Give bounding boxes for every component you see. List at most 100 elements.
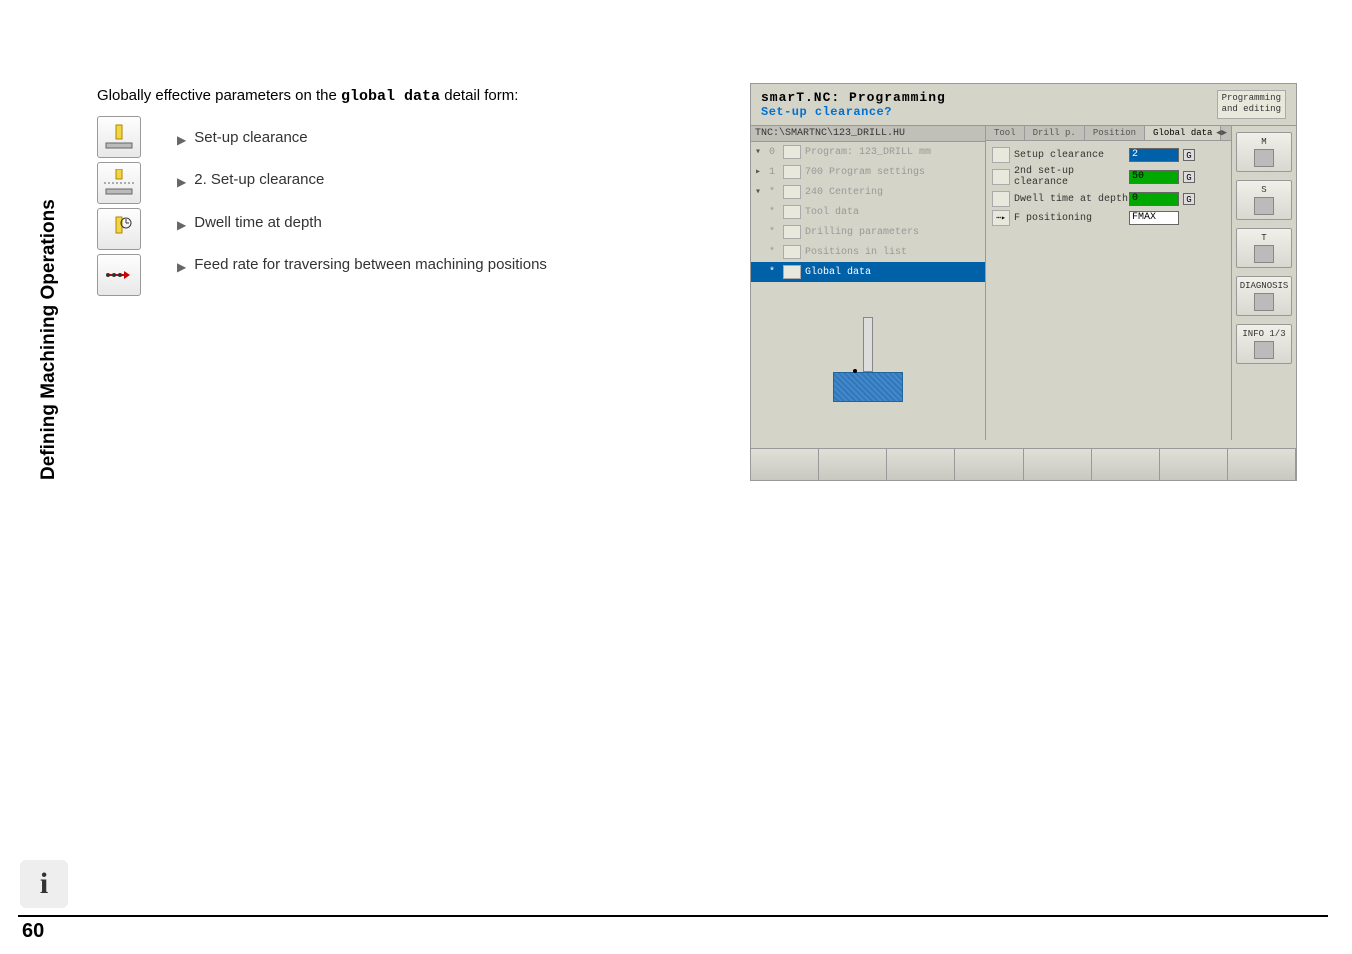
toolbar-label: INFO 1/3 bbox=[1242, 329, 1285, 339]
toolbar-button[interactable]: T bbox=[1236, 228, 1292, 268]
form-row: Dwell time at depth0G bbox=[992, 191, 1225, 207]
section-title-vertical: Defining Machining Operations bbox=[38, 199, 60, 480]
ss-body: TNC:\SMARTNC\123_DRILL.HU ▾ 0 Program: 123… bbox=[751, 126, 1296, 440]
bullet-item: ▶ Set-up clearance bbox=[177, 127, 657, 150]
tree-expand-icon[interactable]: ▾ bbox=[755, 186, 765, 198]
toolbar-button[interactable]: INFO 1/3 bbox=[1236, 324, 1292, 364]
intro-paragraph: Globally effective parameters on the glo… bbox=[97, 85, 657, 109]
form-row-label: Dwell time at depth bbox=[1014, 194, 1129, 205]
tree-index: * bbox=[769, 267, 779, 278]
ss-app-title: smarT.NC: Programming bbox=[761, 90, 946, 105]
tree-row[interactable]: ▸1700 Program settings bbox=[751, 162, 985, 182]
toolbar-button[interactable]: DIAGNOSIS bbox=[1236, 276, 1292, 316]
toolbar-letter: M bbox=[1261, 137, 1266, 147]
drill-graphic-icon bbox=[823, 317, 913, 407]
bullet-text: 2. Set-up clearance bbox=[194, 169, 324, 192]
form-row-input[interactable]: 0 bbox=[1129, 192, 1179, 206]
softkey[interactable] bbox=[887, 449, 955, 480]
tree-row[interactable]: *Global data bbox=[751, 262, 985, 282]
ss-tree-panel: TNC:\SMARTNC\123_DRILL.HU ▾ 0 Program: 123… bbox=[751, 126, 986, 440]
ss-tabs: ToolDrill p.PositionGlobal data◀▶ bbox=[986, 126, 1231, 141]
softkey[interactable] bbox=[1228, 449, 1296, 480]
main-text-block: Globally effective parameters on the glo… bbox=[97, 85, 657, 297]
bullet-item: ▶ Dwell time at depth bbox=[177, 212, 657, 235]
bullet-item: ▶ 2. Set-up clearance bbox=[177, 169, 657, 192]
softkey[interactable] bbox=[955, 449, 1023, 480]
tree-node-icon bbox=[783, 205, 801, 219]
form-row: ⋯▸F positioningFMAX bbox=[992, 210, 1225, 226]
ss-tree-path: TNC:\SMARTNC\123_DRILL.HU bbox=[751, 126, 985, 142]
softkey[interactable] bbox=[819, 449, 887, 480]
ss-softkey-row bbox=[751, 448, 1296, 480]
form-row: Setup clearance2G bbox=[992, 147, 1225, 163]
intro-mono: global data bbox=[341, 88, 440, 105]
setup-clearance-icon bbox=[97, 116, 141, 158]
form-row-label: F positioning bbox=[1014, 213, 1129, 224]
tree-index: * bbox=[769, 247, 779, 258]
info-icon: i bbox=[40, 867, 48, 901]
tree-label: Program: 123_DRILL mm bbox=[805, 147, 931, 158]
dwell-time-icon bbox=[97, 208, 141, 250]
bullet-triangle-icon: ▶ bbox=[177, 216, 186, 234]
bullet-text: Dwell time at depth bbox=[194, 212, 322, 235]
softkey[interactable] bbox=[1092, 449, 1160, 480]
info-callout: i bbox=[20, 860, 68, 908]
ss-right-toolbar: M S T DIAGNOSIS INFO 1/3 bbox=[1231, 126, 1296, 440]
form-tab[interactable]: Position bbox=[1085, 126, 1145, 140]
form-tab[interactable]: Drill p. bbox=[1025, 126, 1085, 140]
page-number: 60 bbox=[22, 920, 44, 943]
toolbar-mini-icon bbox=[1254, 245, 1274, 263]
form-row-icon bbox=[992, 191, 1010, 207]
ss-mode-badge: Programming and editing bbox=[1217, 90, 1286, 119]
tree-node-icon bbox=[783, 245, 801, 259]
ss-form-rows: Setup clearance2G2nd set-up clearance50G… bbox=[986, 141, 1231, 235]
tree-label: Drilling parameters bbox=[805, 227, 919, 238]
tree-row[interactable]: *Tool data bbox=[751, 202, 985, 222]
softkey[interactable] bbox=[751, 449, 819, 480]
tab-nav-arrows-icon[interactable]: ◀▶ bbox=[1216, 128, 1227, 138]
feed-positioning-icon bbox=[97, 254, 141, 296]
left-icon-column bbox=[97, 116, 141, 296]
tree-node-icon bbox=[783, 165, 801, 179]
softkey[interactable] bbox=[1160, 449, 1228, 480]
tree-node-icon bbox=[783, 145, 801, 159]
second-setup-clearance-icon bbox=[97, 162, 141, 204]
tree-expand-icon[interactable]: ▾ bbox=[755, 146, 765, 158]
tree-node-icon bbox=[783, 185, 801, 199]
bullet-text: Set-up clearance bbox=[194, 127, 307, 150]
cnc-screenshot: smarT.NC: Programming Set-up clearance? … bbox=[750, 83, 1297, 481]
tree-row[interactable]: ▾ 0 Program: 123_DRILL mm bbox=[751, 142, 985, 162]
softkey[interactable] bbox=[1024, 449, 1092, 480]
ss-tree-items: ▾ 0 Program: 123_DRILL mm ▸1700 Program set… bbox=[751, 142, 985, 282]
toolbar-button[interactable]: S bbox=[1236, 180, 1292, 220]
toolbar-letter: T bbox=[1261, 233, 1266, 243]
toolbar-button[interactable]: M bbox=[1236, 132, 1292, 172]
tree-index: * bbox=[769, 207, 779, 218]
tree-expand-icon[interactable]: ▸ bbox=[755, 166, 765, 178]
form-row-unit: G bbox=[1183, 171, 1195, 183]
form-row: 2nd set-up clearance50G bbox=[992, 166, 1225, 188]
intro-suffix: detail form: bbox=[440, 87, 518, 104]
bullet-list: ▶ Set-up clearance ▶ 2. Set-up clearance… bbox=[177, 127, 657, 277]
tree-row[interactable]: ▾*240 Centering bbox=[751, 182, 985, 202]
tree-index: 0 bbox=[769, 147, 779, 158]
form-row-input[interactable]: 50 bbox=[1129, 170, 1179, 184]
form-row-input[interactable]: FMAX bbox=[1129, 211, 1179, 225]
bullet-triangle-icon: ▶ bbox=[177, 258, 186, 276]
ss-prompt: Set-up clearance? bbox=[761, 105, 946, 119]
toolbar-mini-icon bbox=[1254, 197, 1274, 215]
toolbar-label: DIAGNOSIS bbox=[1240, 281, 1289, 291]
tree-label: 240 Centering bbox=[805, 187, 883, 198]
form-tab[interactable]: Tool bbox=[986, 126, 1025, 140]
toolbar-letter: S bbox=[1261, 185, 1266, 195]
form-row-icon bbox=[992, 169, 1010, 185]
tree-row[interactable]: *Positions in list bbox=[751, 242, 985, 262]
tree-row[interactable]: *Drilling parameters bbox=[751, 222, 985, 242]
ss-tree-preview bbox=[751, 302, 985, 422]
bullet-triangle-icon: ▶ bbox=[177, 131, 186, 149]
form-row-unit: G bbox=[1183, 193, 1195, 205]
form-tab[interactable]: Global data bbox=[1145, 126, 1221, 140]
form-row-input[interactable]: 2 bbox=[1129, 148, 1179, 162]
bullet-item: ▶ Feed rate for traversing between machi… bbox=[177, 254, 657, 277]
toolbar-mini-icon bbox=[1254, 293, 1274, 311]
